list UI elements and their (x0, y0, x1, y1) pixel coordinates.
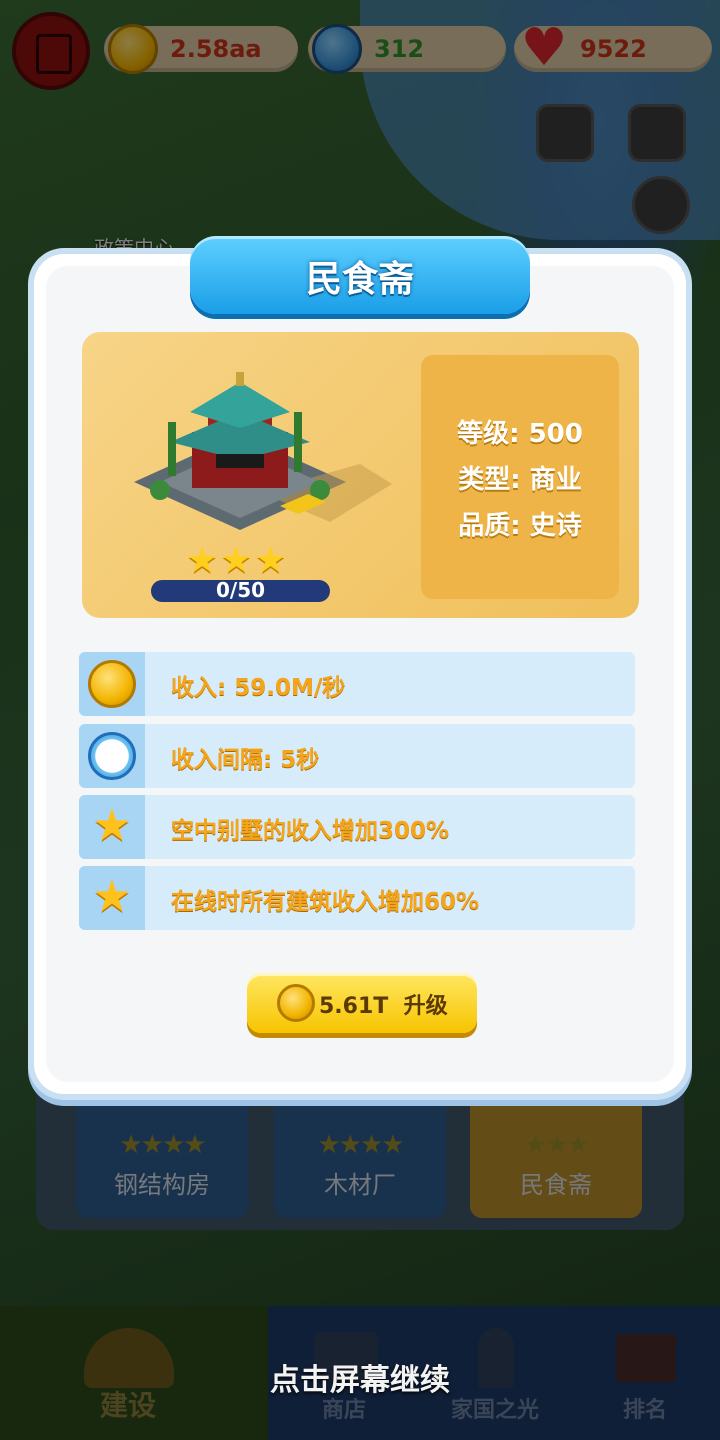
star-icon: ★ (92, 800, 132, 851)
level-stat: 等级: 500 (457, 419, 583, 449)
interval-text: 收入间隔: 5秒 (171, 747, 320, 773)
bonus-online-text: 在线时所有建筑收入增加60% (171, 889, 480, 915)
coin-icon (88, 660, 136, 708)
income-text: 收入: 59.0M/秒 (171, 675, 346, 701)
info-row-bonus-online: ★ 在线时所有建筑收入增加60% (79, 866, 635, 930)
clock-icon (88, 732, 136, 780)
upgrade-button[interactable]: 5.61T 升级 (247, 973, 477, 1033)
tap-to-continue-hint: 点击屏幕继续 (270, 1363, 450, 1398)
bonus-villa-text: 空中别墅的收入增加300% (171, 818, 450, 844)
progress-text: 0/50 (215, 578, 266, 602)
upgrade-progress-bar: 0/50 (151, 578, 330, 602)
coin-icon (277, 984, 315, 1022)
info-row-income: 收入: 59.0M/秒 (79, 652, 635, 716)
info-row-icon-box: ★ (79, 866, 145, 930)
type-stat: 类型: 商业 (458, 465, 582, 495)
info-row-icon-box: ★ (79, 795, 145, 859)
modal-title: 民食斋 (305, 259, 414, 300)
info-row-icon-box (79, 724, 145, 788)
quality-stat: 品质: 史诗 (458, 511, 582, 541)
modal-title-bar: 民食斋 (190, 236, 530, 314)
info-row-interval: 收入间隔: 5秒 (79, 724, 635, 788)
building-stats-box: 等级: 500 类型: 商业 品质: 史诗 (421, 355, 619, 599)
info-row-icon-box (79, 652, 145, 716)
star-icon: ★ (92, 871, 132, 922)
info-row-bonus-villa: ★ 空中别墅的收入增加300% (79, 795, 635, 859)
building-star-rating: ★★★ (186, 540, 289, 581)
building-illustration (134, 372, 392, 530)
upgrade-button-label: 5.61T 升级 (319, 994, 448, 1019)
